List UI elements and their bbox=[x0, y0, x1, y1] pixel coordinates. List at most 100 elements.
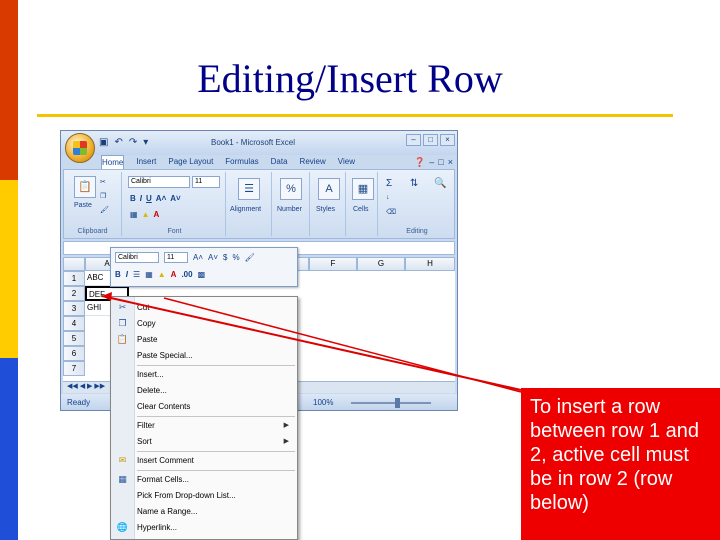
tab-review[interactable]: Review bbox=[300, 155, 326, 169]
menu-item-insert-comment[interactable]: ✉ Insert Comment bbox=[111, 453, 297, 469]
mini-currency-icon[interactable]: $ bbox=[223, 253, 227, 262]
mini-decimal-icon[interactable]: .00 bbox=[181, 270, 192, 279]
mini-align-icon[interactable]: ☰ bbox=[133, 270, 140, 279]
menu-item-label: Pick From Drop-down List... bbox=[137, 491, 236, 500]
font-color-icon[interactable]: A bbox=[153, 210, 159, 219]
font-size-combo[interactable]: 11 bbox=[192, 176, 220, 188]
menu-separator bbox=[137, 470, 295, 471]
mini-grow-font-icon[interactable]: A˄ bbox=[193, 253, 203, 262]
cut-icon[interactable]: ✂ bbox=[100, 178, 106, 186]
menu-item-label: Name a Range... bbox=[137, 507, 198, 516]
editing-group-label: Editing bbox=[406, 228, 428, 235]
tab-formulas[interactable]: Formulas bbox=[225, 155, 258, 169]
menu-item-label: Paste Special... bbox=[137, 351, 193, 360]
select-all-corner[interactable] bbox=[63, 257, 85, 271]
row-header[interactable]: 6 bbox=[63, 346, 85, 361]
menu-item-cut[interactable]: ✂ Cut bbox=[111, 300, 297, 316]
row-header[interactable]: 5 bbox=[63, 331, 85, 346]
number-group-label[interactable]: Number bbox=[277, 206, 302, 213]
italic-icon[interactable]: I bbox=[140, 194, 142, 203]
column-header[interactable]: H bbox=[405, 257, 455, 271]
menu-item-delete[interactable]: Delete... bbox=[111, 383, 297, 399]
mini-merge-icon[interactable]: ▩ bbox=[198, 270, 206, 279]
find-select-icon[interactable]: 🔍 bbox=[434, 178, 446, 189]
menu-item-paste-special[interactable]: Paste Special... bbox=[111, 348, 297, 364]
tab-view[interactable]: View bbox=[338, 155, 355, 169]
mini-font-name[interactable]: Calibri bbox=[115, 252, 159, 263]
ribbon-restore-icon[interactable]: □ bbox=[438, 157, 443, 168]
paste-icon[interactable]: 📋 bbox=[74, 176, 96, 198]
maximize-icon[interactable]: □ bbox=[423, 134, 438, 146]
menu-item-clear-contents[interactable]: Clear Contents bbox=[111, 399, 297, 415]
ribbon-minimize-icon[interactable]: – bbox=[429, 157, 434, 168]
row-header[interactable]: 7 bbox=[63, 361, 85, 376]
format-painter-icon[interactable]: 🖌 bbox=[100, 206, 109, 214]
bold-icon[interactable]: B bbox=[130, 194, 136, 203]
menu-item-format-cells[interactable]: ▦ Format Cells... bbox=[111, 472, 297, 488]
row-header[interactable]: 3 bbox=[63, 301, 85, 316]
menu-item-paste[interactable]: 📋 Paste bbox=[111, 332, 297, 348]
tab-data[interactable]: Data bbox=[271, 155, 288, 169]
menu-item-pick-from-list[interactable]: Pick From Drop-down List... bbox=[111, 488, 297, 504]
tab-home[interactable]: Home bbox=[101, 155, 125, 169]
mini-font-color-icon[interactable]: A bbox=[171, 270, 177, 279]
fill-icon[interactable]: ↓ bbox=[386, 194, 390, 201]
copy-icon[interactable]: ❐ bbox=[100, 192, 106, 200]
mini-format-painter-icon[interactable]: 🖌 bbox=[245, 253, 255, 262]
save-icon[interactable]: ▣ bbox=[99, 137, 108, 148]
underline-icon[interactable]: U bbox=[146, 194, 152, 203]
mini-percent-icon[interactable]: % bbox=[232, 253, 239, 262]
sort-filter-icon[interactable]: ⇅ bbox=[410, 178, 418, 189]
ribbon-close-icon[interactable]: × bbox=[448, 157, 453, 168]
menu-item-copy[interactable]: ❐ Copy bbox=[111, 316, 297, 332]
row-header[interactable]: 4 bbox=[63, 316, 85, 331]
grow-font-icon[interactable]: A˄ bbox=[156, 194, 166, 203]
row-header[interactable]: 2 bbox=[63, 286, 85, 301]
alignment-group-label[interactable]: Alignment bbox=[230, 206, 261, 213]
fill-color-icon[interactable]: ▲ bbox=[142, 210, 150, 219]
column-header[interactable]: G bbox=[357, 257, 405, 271]
number-format-icon[interactable]: % bbox=[280, 178, 302, 200]
mini-borders-icon[interactable]: ▦ bbox=[145, 270, 153, 279]
alignment-group: ☰ Alignment bbox=[228, 172, 272, 236]
shrink-font-icon[interactable]: A˅ bbox=[170, 194, 180, 203]
tab-page-layout[interactable]: Page Layout bbox=[168, 155, 213, 169]
menu-item-hyperlink[interactable]: 🌐 Hyperlink... bbox=[111, 520, 297, 536]
tab-insert[interactable]: Insert bbox=[136, 155, 156, 169]
minimize-icon[interactable]: – bbox=[406, 134, 421, 146]
close-icon[interactable]: × bbox=[440, 134, 455, 146]
cells-icon[interactable]: ▦ bbox=[352, 178, 374, 200]
font-fill-row: ▦ ▲ A bbox=[130, 210, 159, 219]
window-title: Book1 - Microsoft Excel bbox=[211, 138, 296, 147]
font-group: Calibri 11 B I U A˄ A˅ ▦ ▲ A Font bbox=[124, 172, 226, 236]
styles-group-label[interactable]: Styles bbox=[316, 206, 335, 213]
styles-group: A Styles bbox=[312, 172, 346, 236]
menu-item-sort[interactable]: Sort ▶ bbox=[111, 434, 297, 450]
office-button[interactable] bbox=[65, 133, 95, 163]
zoom-level[interactable]: 100% bbox=[313, 398, 333, 407]
font-name-combo[interactable]: Calibri bbox=[128, 176, 190, 188]
accent-bar-red bbox=[0, 0, 18, 180]
mini-italic-icon[interactable]: I bbox=[126, 270, 128, 279]
mini-shrink-font-icon[interactable]: A˅ bbox=[208, 253, 218, 262]
mini-font-size[interactable]: 11 bbox=[164, 252, 188, 263]
styles-icon[interactable]: A bbox=[318, 178, 340, 200]
mini-bold-icon[interactable]: B bbox=[115, 270, 121, 279]
mini-fill-color-icon[interactable]: ▲ bbox=[158, 270, 166, 279]
borders-icon[interactable]: ▦ bbox=[130, 210, 138, 219]
customize-qat-icon[interactable]: ▾ bbox=[143, 137, 148, 148]
paste-button-label[interactable]: Paste bbox=[74, 202, 92, 209]
menu-item-insert[interactable]: Insert... bbox=[111, 367, 297, 383]
autosum-icon[interactable]: Σ bbox=[386, 178, 392, 189]
zoom-slider[interactable] bbox=[351, 398, 431, 408]
alignment-icon[interactable]: ☰ bbox=[238, 178, 260, 200]
redo-icon[interactable]: ↷ bbox=[129, 137, 137, 148]
menu-item-name-range[interactable]: Name a Range... bbox=[111, 504, 297, 520]
help-icon[interactable]: ❓ bbox=[414, 157, 425, 168]
menu-item-filter[interactable]: Filter ▶ bbox=[111, 418, 297, 434]
cells-group-label[interactable]: Cells bbox=[353, 206, 369, 213]
undo-icon[interactable]: ↶ bbox=[114, 137, 122, 148]
column-header[interactable]: F bbox=[309, 257, 357, 271]
clear-icon[interactable]: ⌫ bbox=[386, 208, 396, 216]
row-header[interactable]: 1 bbox=[63, 271, 85, 286]
